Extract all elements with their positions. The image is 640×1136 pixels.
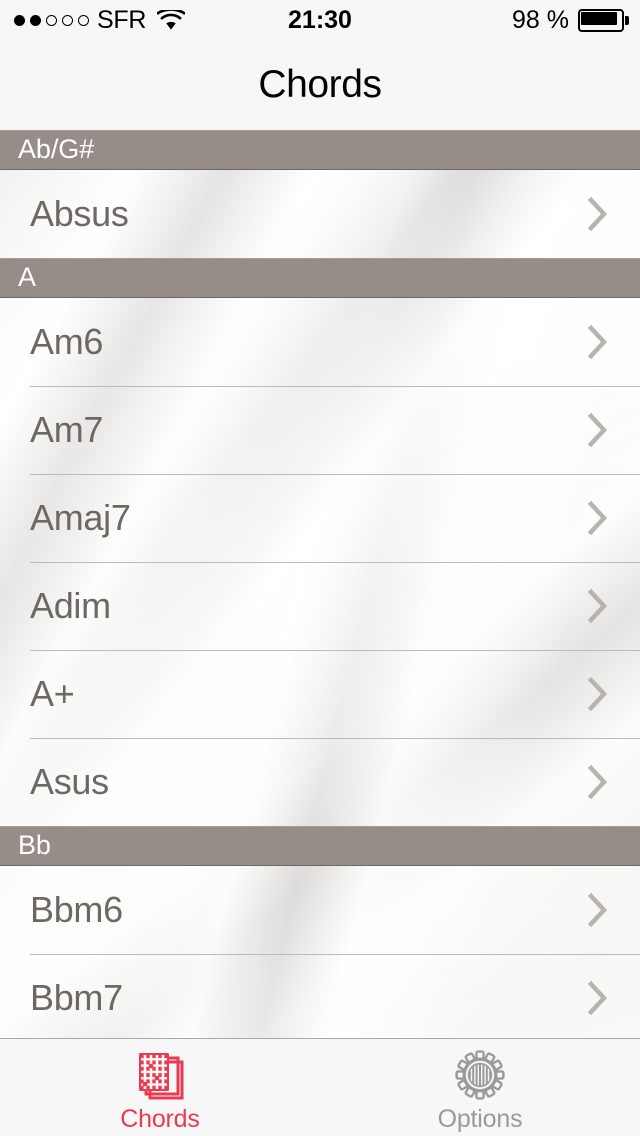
chord-list-item[interactable]: Am6	[0, 298, 640, 386]
chord-list-item[interactable]: Amaj7	[0, 474, 640, 562]
tab-chords[interactable]: Chords	[0, 1039, 320, 1136]
status-bar: SFR 21:30 98 %	[0, 0, 640, 40]
chord-name-label: Absus	[30, 193, 129, 234]
chevron-right-icon	[587, 500, 608, 536]
chevron-right-icon	[587, 324, 608, 360]
clock-label: 21:30	[288, 5, 352, 34]
chord-charts-icon	[131, 1048, 189, 1102]
chord-list-item[interactable]: Asus	[0, 738, 640, 826]
chord-name-label: Am7	[30, 409, 104, 450]
chevron-right-icon	[587, 892, 608, 928]
chord-name-label: Bbm7	[30, 977, 123, 1018]
navigation-bar: Chords	[0, 40, 640, 130]
chord-list-item[interactable]: A+	[0, 650, 640, 738]
tab-label: Options	[437, 1104, 523, 1133]
battery-icon	[578, 8, 629, 32]
status-bar-right: 98 %	[512, 0, 629, 40]
chord-list-item[interactable]: Am7	[0, 386, 640, 474]
chevron-right-icon	[587, 676, 608, 712]
chevron-right-icon	[587, 980, 608, 1016]
chords-list-scrollview[interactable]: Ab/G# Absus A Am6 Am7 Amaj7 Adim A+ Asus Bb Bbm6 Bb…	[0, 130, 640, 1038]
section-header-label: Bb	[18, 830, 51, 860]
tab-label: Chords	[120, 1104, 200, 1133]
page-title: Chords	[258, 63, 382, 106]
chevron-right-icon	[587, 588, 608, 624]
chord-name-label: Bbm6	[30, 889, 123, 930]
chord-list-item[interactable]: Bbm7	[0, 954, 640, 1038]
section-header: Ab/G#	[0, 130, 640, 170]
chevron-right-icon	[587, 764, 608, 800]
gear-icon	[451, 1048, 509, 1102]
chord-list-item[interactable]: Adim	[0, 562, 640, 650]
chevron-right-icon	[587, 412, 608, 448]
chevron-right-icon	[587, 196, 608, 232]
tab-options[interactable]: Options	[320, 1039, 640, 1136]
chord-name-label: Asus	[30, 761, 109, 802]
chord-name-label: Am6	[30, 321, 104, 362]
chord-list-item[interactable]: Absus	[0, 170, 640, 258]
battery-percent-label: 98 %	[512, 5, 569, 34]
chord-name-label: Amaj7	[30, 497, 131, 538]
chord-name-label: Adim	[30, 585, 111, 626]
section-header: A	[0, 258, 640, 298]
tab-bar: Chords Options	[0, 1038, 640, 1136]
section-header-label: A	[18, 262, 36, 292]
chords-list: Ab/G# Absus A Am6 Am7 Amaj7 Adim A+ Asus Bb Bbm6 Bb…	[0, 130, 640, 1038]
chord-list-item[interactable]: Bbm6	[0, 866, 640, 954]
app-screen: SFR 21:30 98 % Chords Ab/G# Absus A Am6 …	[0, 0, 640, 1136]
section-header-label: Ab/G#	[18, 134, 95, 164]
chord-name-label: A+	[30, 673, 75, 714]
section-header: Bb	[0, 826, 640, 866]
